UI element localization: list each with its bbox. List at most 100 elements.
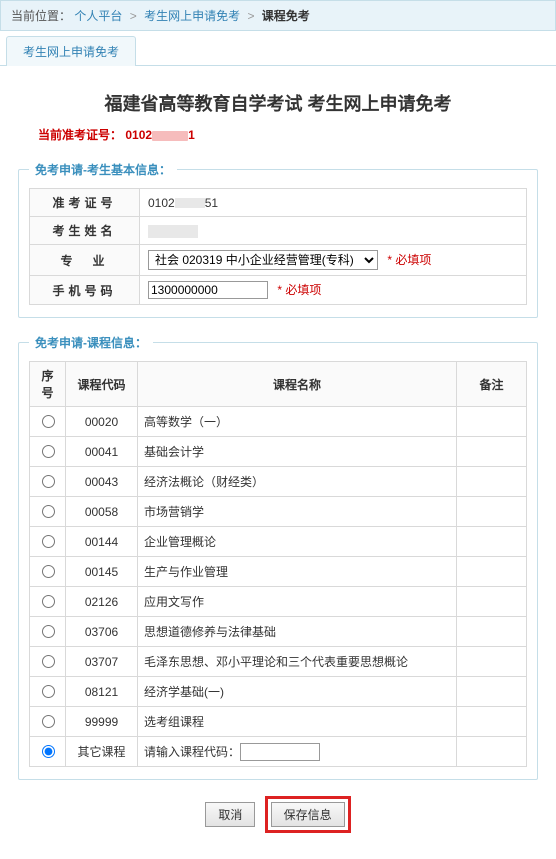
course-table: 序号 课程代码 课程名称 备注 00020高等数学（一）00041基础会计学00… [29,361,527,767]
course-radio[interactable] [42,625,55,638]
col-code: 课程代码 [66,362,138,407]
course-radio[interactable] [42,715,55,728]
course-radio-other[interactable] [42,745,55,758]
course-remark [457,467,527,497]
col-remark: 备注 [457,362,527,407]
other-course-label: 其它课程 [66,737,138,767]
required-hint: 必填项 [277,283,321,297]
table-row: 00145生产与作业管理 [30,557,527,587]
student-info-legend: 免考申请-考生基本信息： [29,161,177,178]
course-remark [457,437,527,467]
course-remark [457,647,527,677]
breadcrumb-current: 课程免考 [262,9,310,23]
required-hint: 必填项 [387,253,431,267]
info-value-ticket: 010251 [140,189,527,217]
course-radio[interactable] [42,685,55,698]
course-name: 市场营销学 [138,497,457,527]
course-name: 高等数学（一） [138,407,457,437]
course-radio[interactable] [42,505,55,518]
course-radio[interactable] [42,445,55,458]
course-code: 08121 [66,677,138,707]
table-row: 00144企业管理概论 [30,527,527,557]
course-remark [457,707,527,737]
course-name: 基础会计学 [138,437,457,467]
course-code: 99999 [66,707,138,737]
masked-segment [152,131,188,141]
course-radio[interactable] [42,655,55,668]
table-row: 00020高等数学（一） [30,407,527,437]
course-radio-cell [30,557,66,587]
phone-input[interactable] [148,281,268,299]
course-name: 生产与作业管理 [138,557,457,587]
current-ticket-prefix: 0102 [125,128,152,142]
course-radio[interactable] [42,595,55,608]
table-row: 00041基础会计学 [30,437,527,467]
course-name: 选考组课程 [138,707,457,737]
current-ticket-label: 当前准考证号： [38,128,122,142]
breadcrumb: 当前位置： 个人平台 > 考生网上申请免考 > 课程免考 [0,0,556,31]
course-radio-cell [30,407,66,437]
course-info-legend: 免考申请-课程信息： [29,334,153,351]
info-label-phone: 手机号码 [30,276,140,305]
course-code: 00043 [66,467,138,497]
current-ticket: 当前准考证号： 01021 [38,126,538,143]
course-radio[interactable] [42,415,55,428]
col-title: 课程名称 [138,362,457,407]
course-radio-cell [30,737,66,767]
course-code: 00041 [66,437,138,467]
other-course-input[interactable] [240,743,320,761]
course-radio-cell [30,647,66,677]
course-radio[interactable] [42,475,55,488]
course-radio[interactable] [42,535,55,548]
course-code: 03707 [66,647,138,677]
breadcrumb-link-0[interactable]: 个人平台 [74,9,122,23]
table-row: 08121经济学基础(一) [30,677,527,707]
major-select[interactable]: 社会 020319 中小企业经营管理(专科) [148,250,378,270]
tabbar: 考生网上申请免考 [0,35,556,66]
course-name: 企业管理概论 [138,527,457,557]
course-code: 00144 [66,527,138,557]
info-label-ticket: 准考证号 [30,189,140,217]
course-name: 经济法概论（财经类） [138,467,457,497]
masked-segment [148,225,198,238]
breadcrumb-link-1[interactable]: 考生网上申请免考 [144,9,240,23]
other-course-cell: 请输入课程代码： [138,737,457,767]
page-title: 福建省高等教育自学考试 考生网上申请免考 [18,90,538,116]
course-radio-cell [30,587,66,617]
course-radio-cell [30,707,66,737]
course-code: 02126 [66,587,138,617]
course-code: 00145 [66,557,138,587]
course-remark [457,737,527,767]
course-code: 03706 [66,617,138,647]
course-name: 毛泽东思想、邓小平理论和三个代表重要思想概论 [138,647,457,677]
breadcrumb-label: 当前位置： [11,9,71,23]
info-value-major: 社会 020319 中小企业经营管理(专科) 必填项 [140,245,527,276]
course-radio-cell [30,497,66,527]
info-value-phone: 必填项 [140,276,527,305]
table-row-other: 其它课程请输入课程代码： [30,737,527,767]
save-highlight: 保存信息 [265,796,351,833]
course-radio-cell [30,437,66,467]
table-row: 02126应用文写作 [30,587,527,617]
course-name: 经济学基础(一) [138,677,457,707]
button-row: 取消 保存信息 [18,796,538,833]
cancel-button[interactable]: 取消 [205,802,255,827]
info-label-major: 专 业 [30,245,140,276]
save-button[interactable]: 保存信息 [271,802,345,827]
course-radio-cell [30,677,66,707]
course-remark [457,527,527,557]
table-row: 00058市场营销学 [30,497,527,527]
course-remark [457,617,527,647]
course-radio[interactable] [42,565,55,578]
course-radio-cell [30,527,66,557]
tab-apply-exemption[interactable]: 考生网上申请免考 [6,36,136,66]
course-remark [457,587,527,617]
table-row: 03707毛泽东思想、邓小平理论和三个代表重要思想概论 [30,647,527,677]
course-name: 应用文写作 [138,587,457,617]
masked-segment [175,198,205,208]
course-remark [457,677,527,707]
course-remark [457,557,527,587]
student-info-box: 免考申请-考生基本信息： 准考证号 010251 考生姓名 专 业 社 [18,161,538,318]
table-row: 00043经济法概论（财经类） [30,467,527,497]
course-name: 思想道德修养与法律基础 [138,617,457,647]
